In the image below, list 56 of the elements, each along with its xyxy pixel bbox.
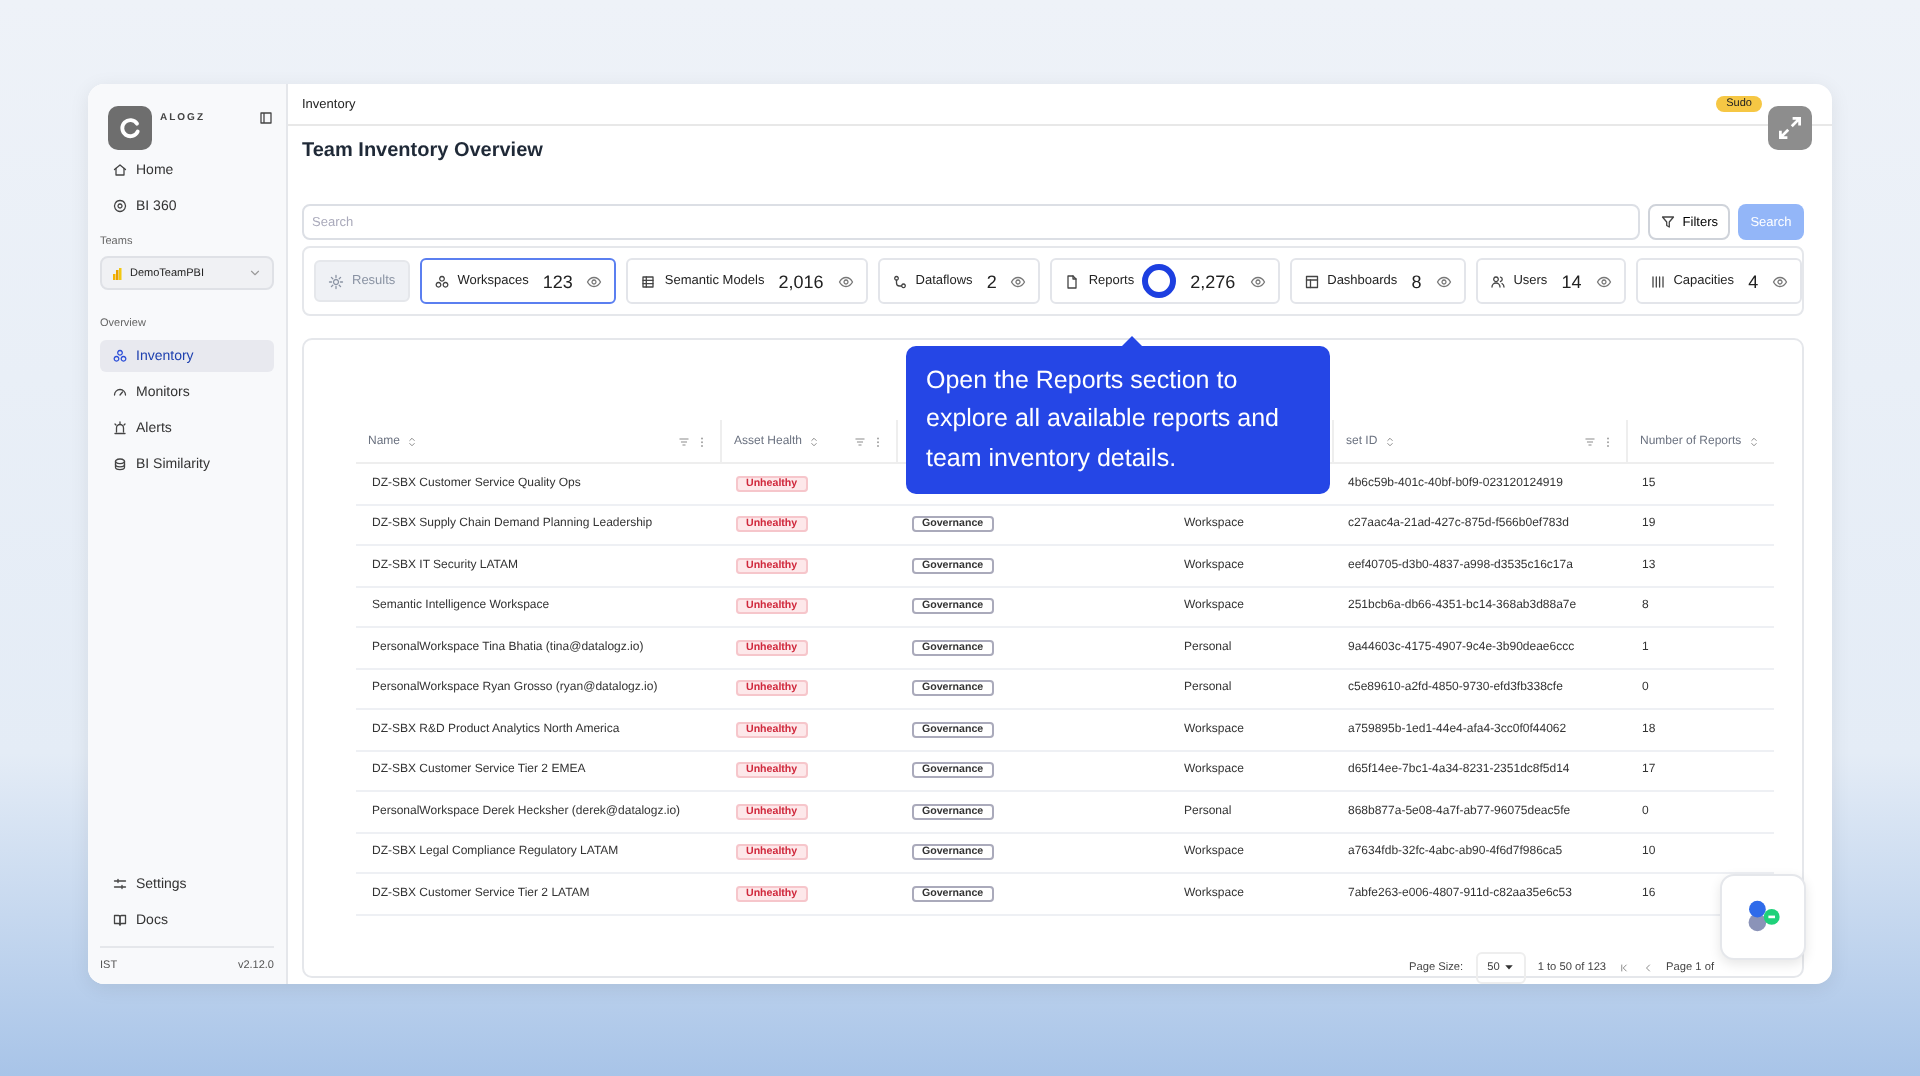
stack-icon [112,456,128,472]
eye-icon[interactable] [586,273,603,289]
tab-count: 2,016 [778,271,824,291]
users-icon [1489,273,1506,289]
eye-icon[interactable] [837,273,854,289]
eye-icon[interactable] [1249,273,1266,289]
eye-icon[interactable] [1435,273,1452,289]
sort-icon[interactable] [808,435,821,447]
caret-icon [1503,962,1514,972]
tooltip: Open the Reports section to explore all available reports and team inventory details. [906,346,1330,495]
eye-icon[interactable] [1595,273,1612,289]
siren-icon [112,420,128,436]
refresh-icon [116,114,144,142]
document-icon [1064,273,1081,289]
previous-page-icon[interactable] [1642,961,1655,973]
sort-icon[interactable] [406,435,419,447]
sort-icon[interactable] [1747,435,1760,447]
sidebar-toggle-icon[interactable] [258,110,274,126]
gear-icon [328,273,344,289]
more-vertical-icon[interactable] [872,435,884,447]
tab-count: 8 [1411,271,1422,291]
filter-icon [1660,214,1677,230]
assistant-widget[interactable] [1720,874,1806,960]
radio-dot-icon [112,198,128,214]
filter-icon[interactable] [854,435,866,447]
expand-button[interactable] [1768,106,1812,150]
sort-icon[interactable] [1383,435,1396,447]
highlight-ring [1142,264,1177,298]
layout-icon [1303,273,1320,289]
filter-icon[interactable] [1584,435,1596,447]
cluster-icon [433,273,450,289]
tab-count: 2 [986,271,997,291]
first-page-icon[interactable] [1618,961,1631,973]
page-title: Team Inventory Overview [302,140,545,162]
book-icon [112,912,128,928]
eye-icon[interactable] [1010,273,1027,289]
dots-grid-icon [1649,273,1666,289]
more-vertical-icon[interactable] [1602,435,1614,447]
grid-icon [640,273,657,289]
gauge-icon [112,384,128,400]
home-icon [112,162,128,178]
chevron-down-icon [248,266,262,280]
tab-count: 2,276 [1190,271,1236,291]
sliders-icon [112,876,128,892]
eye-icon[interactable] [1772,273,1789,289]
tooltip-pointer [1120,336,1144,348]
more-vertical-icon[interactable] [696,435,708,447]
flow-icon [891,273,908,289]
bar-chart-icon [112,267,122,279]
tab-count: 123 [542,271,573,291]
tab-count: 4 [1748,271,1759,291]
cluster-icon [112,348,128,364]
expand-icon [1776,114,1804,142]
filter-icon[interactable] [678,435,690,447]
refresh-button[interactable] [108,106,152,150]
tab-count: 14 [1561,271,1582,291]
